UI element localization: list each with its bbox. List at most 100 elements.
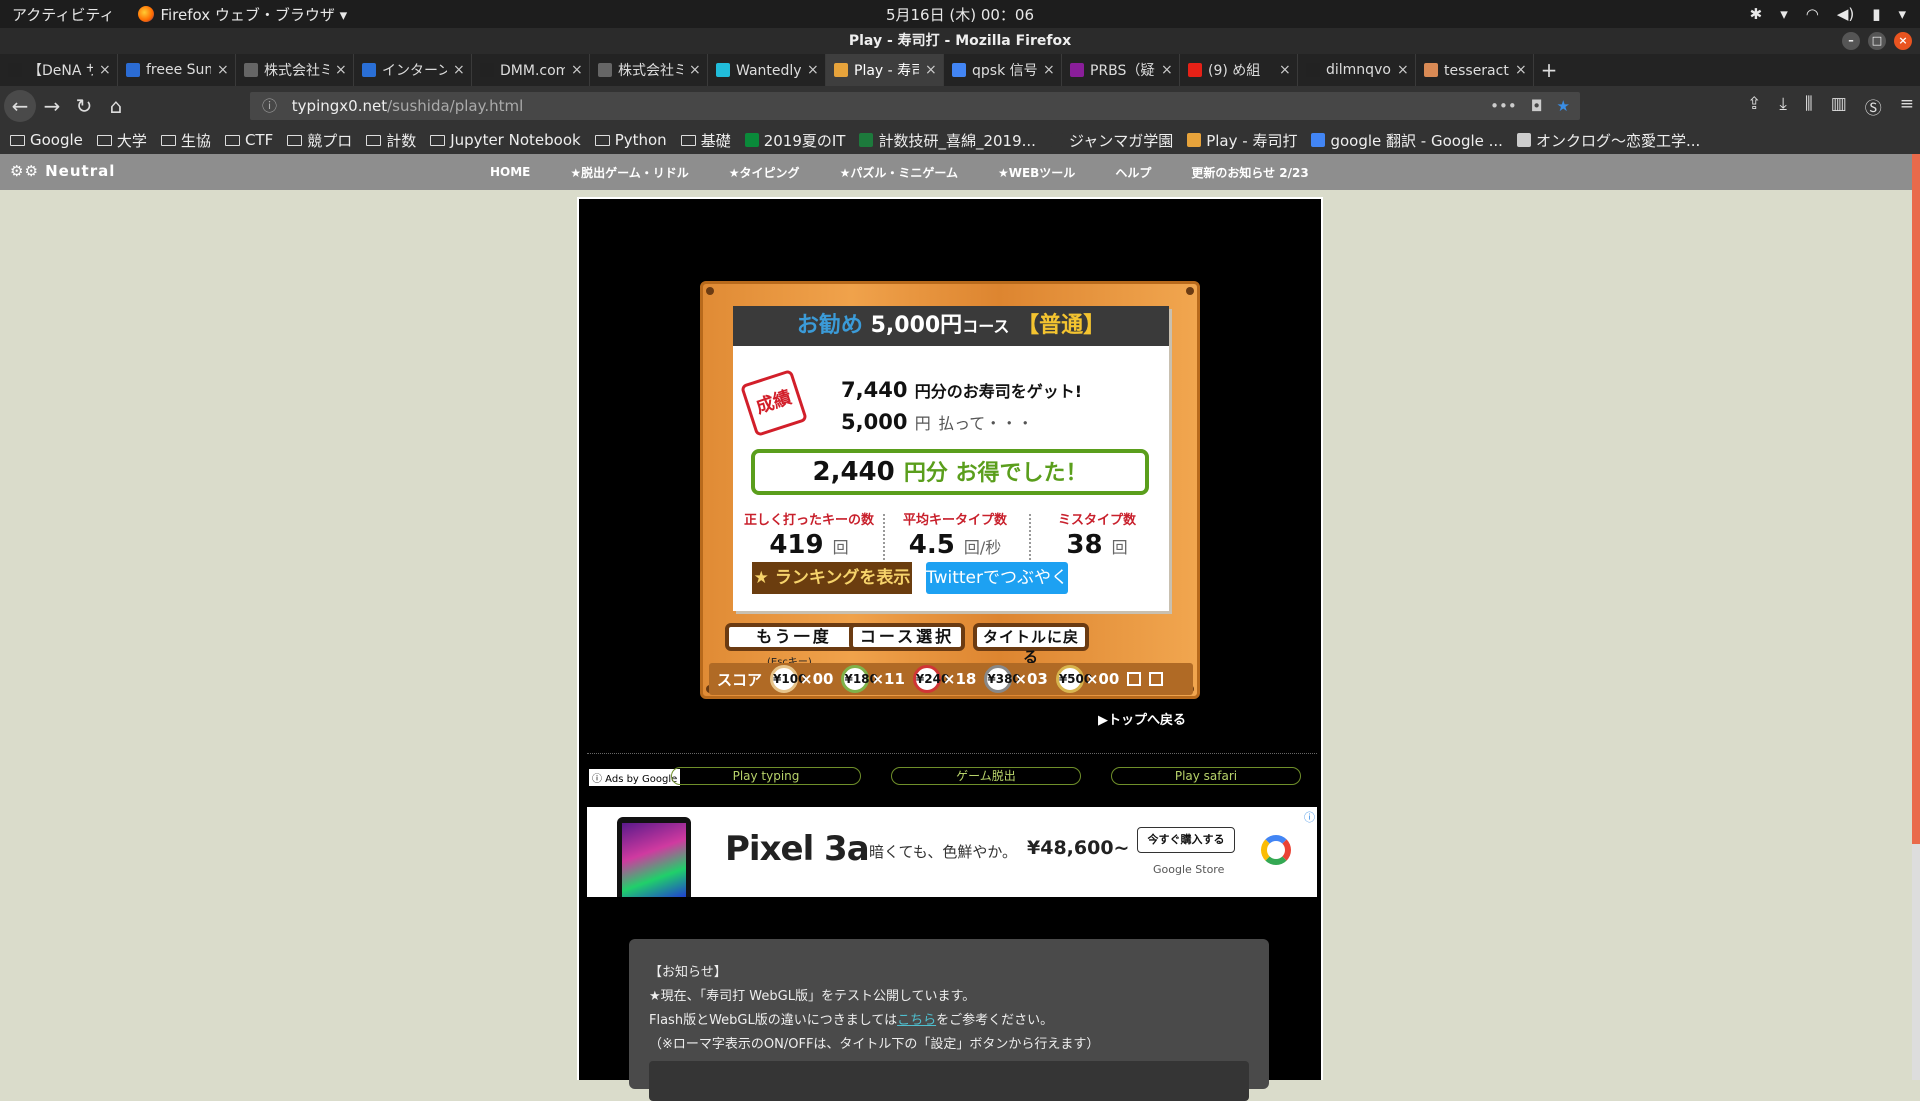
bookmark-folder[interactable]: 基礎 bbox=[680, 130, 731, 151]
url-bar[interactable]: ⓘ typingx0.net/sushida/play.html ••• ◘ ★ bbox=[250, 92, 1580, 120]
browser-tab[interactable]: tesseractで × bbox=[1416, 54, 1534, 86]
course-select-button[interactable]: コース選択 bbox=[849, 623, 965, 651]
site-nav-item[interactable]: HOME bbox=[490, 165, 530, 179]
browser-tab[interactable]: インターン × bbox=[354, 54, 472, 86]
app-menu[interactable]: Firefox ウェブ・ブラウザ ▾ bbox=[138, 4, 347, 25]
back-button[interactable]: ← bbox=[4, 90, 36, 122]
browser-tab[interactable]: Play - 寿司打 × bbox=[826, 54, 944, 86]
tab-close-icon[interactable]: × bbox=[1043, 62, 1055, 78]
site-nav-item[interactable]: ★脱出ゲーム・リドル bbox=[570, 164, 688, 181]
maximize-button[interactable]: □ bbox=[1868, 32, 1886, 50]
battery-icon[interactable]: ▮ bbox=[1872, 5, 1880, 23]
home-button[interactable]: ⌂ bbox=[100, 94, 132, 118]
site-logo[interactable]: ⚙⚙ Neutral bbox=[10, 162, 115, 180]
tab-close-icon[interactable]: × bbox=[1161, 62, 1173, 78]
tab-close-icon[interactable]: × bbox=[1397, 62, 1409, 78]
show-ranking-button[interactable]: ★ ランキングを表示 bbox=[752, 562, 912, 594]
chevron-down-icon[interactable]: ▾ bbox=[1780, 5, 1788, 23]
forward-button[interactable]: → bbox=[36, 94, 68, 118]
site-nav-item[interactable]: ヘルプ bbox=[1115, 164, 1151, 181]
extension-icon[interactable]: Ⓢ bbox=[1865, 94, 1882, 119]
fullscreen-icon[interactable] bbox=[1127, 672, 1142, 686]
bookmark-folder[interactable]: 競プロ bbox=[287, 130, 352, 151]
new-tab-button[interactable]: + bbox=[1534, 54, 1564, 86]
reload-button[interactable]: ↻ bbox=[68, 94, 100, 118]
retry-button[interactable]: もう一度 bbox=[725, 623, 863, 651]
minimize-button[interactable]: – bbox=[1842, 32, 1860, 50]
hamburger-menu-icon[interactable]: ≡ bbox=[1900, 94, 1914, 119]
bookmark-folder[interactable]: Google bbox=[10, 131, 83, 149]
bookmark-item[interactable]: google 翻訳 - Google ... bbox=[1311, 130, 1503, 151]
activities-button[interactable]: アクティビティ bbox=[12, 4, 114, 25]
tab-favicon-icon bbox=[1306, 63, 1320, 77]
bookmark-folder[interactable]: Jupyter Notebook bbox=[430, 131, 581, 149]
bookmark-folder[interactable]: CTF bbox=[224, 131, 273, 149]
ads-by-google-label[interactable]: ⓘ Ads by Google bbox=[589, 769, 681, 786]
back-to-top-link[interactable]: ▶トップへ戻る bbox=[1098, 709, 1186, 728]
site-nav-item[interactable]: ★パズル・ミニゲーム bbox=[840, 164, 958, 181]
tab-close-icon[interactable]: × bbox=[571, 62, 583, 78]
browser-tab[interactable]: freee Summ × bbox=[118, 54, 236, 86]
tab-close-icon[interactable]: × bbox=[217, 62, 229, 78]
volume-icon[interactable]: ◀) bbox=[1837, 5, 1854, 23]
site-nav-item[interactable]: ★WEBツール bbox=[998, 164, 1075, 181]
downloads-icon[interactable]: ⤓ bbox=[1779, 94, 1787, 119]
browser-tab[interactable]: 株式会社ミク × bbox=[236, 54, 354, 86]
bookmark-folder[interactable]: 計数 bbox=[366, 130, 416, 151]
back-to-title-button[interactable]: タイトルに戻る bbox=[973, 623, 1089, 666]
browser-tab[interactable]: qpsk 信号 × bbox=[944, 54, 1062, 86]
browser-tab[interactable]: dilmnqvovp × bbox=[1298, 54, 1416, 86]
tab-close-icon[interactable]: × bbox=[807, 62, 819, 78]
settings-icon[interactable] bbox=[1149, 672, 1164, 686]
bookmark-item[interactable]: ジャンマガ学園 bbox=[1049, 130, 1173, 151]
tab-close-icon[interactable]: × bbox=[1515, 62, 1527, 78]
page-actions-icon[interactable]: ••• bbox=[1490, 92, 1517, 120]
browser-tab[interactable]: 株式会社ミク × bbox=[590, 54, 708, 86]
wifi-icon[interactable]: ◠ bbox=[1806, 5, 1819, 23]
tab-close-icon[interactable]: × bbox=[1279, 62, 1291, 78]
browser-tab[interactable]: (9) め組 × bbox=[1180, 54, 1298, 86]
tweet-button[interactable]: Twitterでつぶやく bbox=[926, 562, 1068, 594]
notice-link[interactable]: こちら bbox=[897, 1013, 936, 1028]
upload-icon[interactable]: ⇪ bbox=[1747, 94, 1761, 119]
system-tray[interactable]: ✱ ▾ ◠ ◀) ▮ ▾ bbox=[1750, 5, 1906, 23]
tab-favicon-icon bbox=[362, 63, 376, 77]
site-nav-item[interactable]: 更新のお知らせ 2/23 bbox=[1191, 164, 1308, 181]
scrollbar-thumb[interactable] bbox=[1912, 154, 1920, 844]
tab-close-icon[interactable]: × bbox=[689, 62, 701, 78]
tab-close-icon[interactable]: × bbox=[335, 62, 347, 78]
tab-title: 株式会社ミク bbox=[618, 63, 683, 79]
banner-buy-button[interactable]: 今すぐ購入する bbox=[1137, 827, 1235, 853]
ad-info-icon[interactable]: ⓘ bbox=[1304, 809, 1315, 825]
bookmark-item[interactable]: 計数技研_喜綿_2019... bbox=[859, 130, 1036, 151]
browser-tab[interactable]: Wantedly サ × bbox=[708, 54, 826, 86]
bookmark-folder[interactable]: Python bbox=[594, 131, 667, 149]
ad-link-play-typing[interactable]: Play typing bbox=[671, 767, 861, 785]
system-menu-chevron-icon[interactable]: ▾ bbox=[1898, 5, 1906, 23]
ad-link-play-safari[interactable]: Play safari bbox=[1111, 767, 1301, 785]
bookmark-folder[interactable]: 生協 bbox=[160, 130, 211, 151]
ad-link-game-escape[interactable]: ゲーム脱出 bbox=[891, 767, 1081, 785]
tab-close-icon[interactable]: × bbox=[453, 62, 465, 78]
slack-icon[interactable]: ✱ bbox=[1750, 5, 1763, 23]
site-nav-item[interactable]: ★タイピング bbox=[729, 164, 800, 181]
bookmark-item[interactable]: Play - 寿司打 bbox=[1187, 130, 1297, 151]
bookmark-label: 大学 bbox=[116, 131, 147, 150]
tab-close-icon[interactable]: × bbox=[99, 62, 111, 78]
bookmark-item[interactable]: オンクログ～恋愛工学... bbox=[1516, 130, 1700, 151]
browser-tab[interactable]: 【DeNA サマ × bbox=[0, 54, 118, 86]
close-window-button[interactable]: × bbox=[1894, 32, 1912, 50]
bookmark-folder[interactable]: 大学 bbox=[96, 130, 147, 151]
browser-tab[interactable]: DMM.comグ × bbox=[472, 54, 590, 86]
pocket-icon[interactable]: ◘ bbox=[1531, 92, 1543, 120]
browser-tab[interactable]: PRBS（疑似 × bbox=[1062, 54, 1180, 86]
notice-box: 【お知らせ】 ★現在、「寿司打 WebGL版」をテスト公開しています。 Flas… bbox=[629, 939, 1269, 1101]
bookmark-star-icon[interactable]: ★ bbox=[1557, 92, 1570, 120]
sidebar-icon[interactable]: ▥ bbox=[1831, 94, 1847, 119]
library-icon[interactable]: ⫼ bbox=[1805, 94, 1813, 119]
page-scrollbar[interactable] bbox=[1912, 154, 1920, 1080]
bookmark-item[interactable]: 2019夏のIT bbox=[744, 130, 845, 151]
ad-banner[interactable]: Pixel 3a 暗くても、色鮮やか。 ¥48,600~ 今すぐ購入する Goo… bbox=[587, 807, 1317, 897]
site-info-icon[interactable]: ⓘ bbox=[262, 97, 277, 115]
tab-close-icon[interactable]: × bbox=[925, 62, 937, 78]
